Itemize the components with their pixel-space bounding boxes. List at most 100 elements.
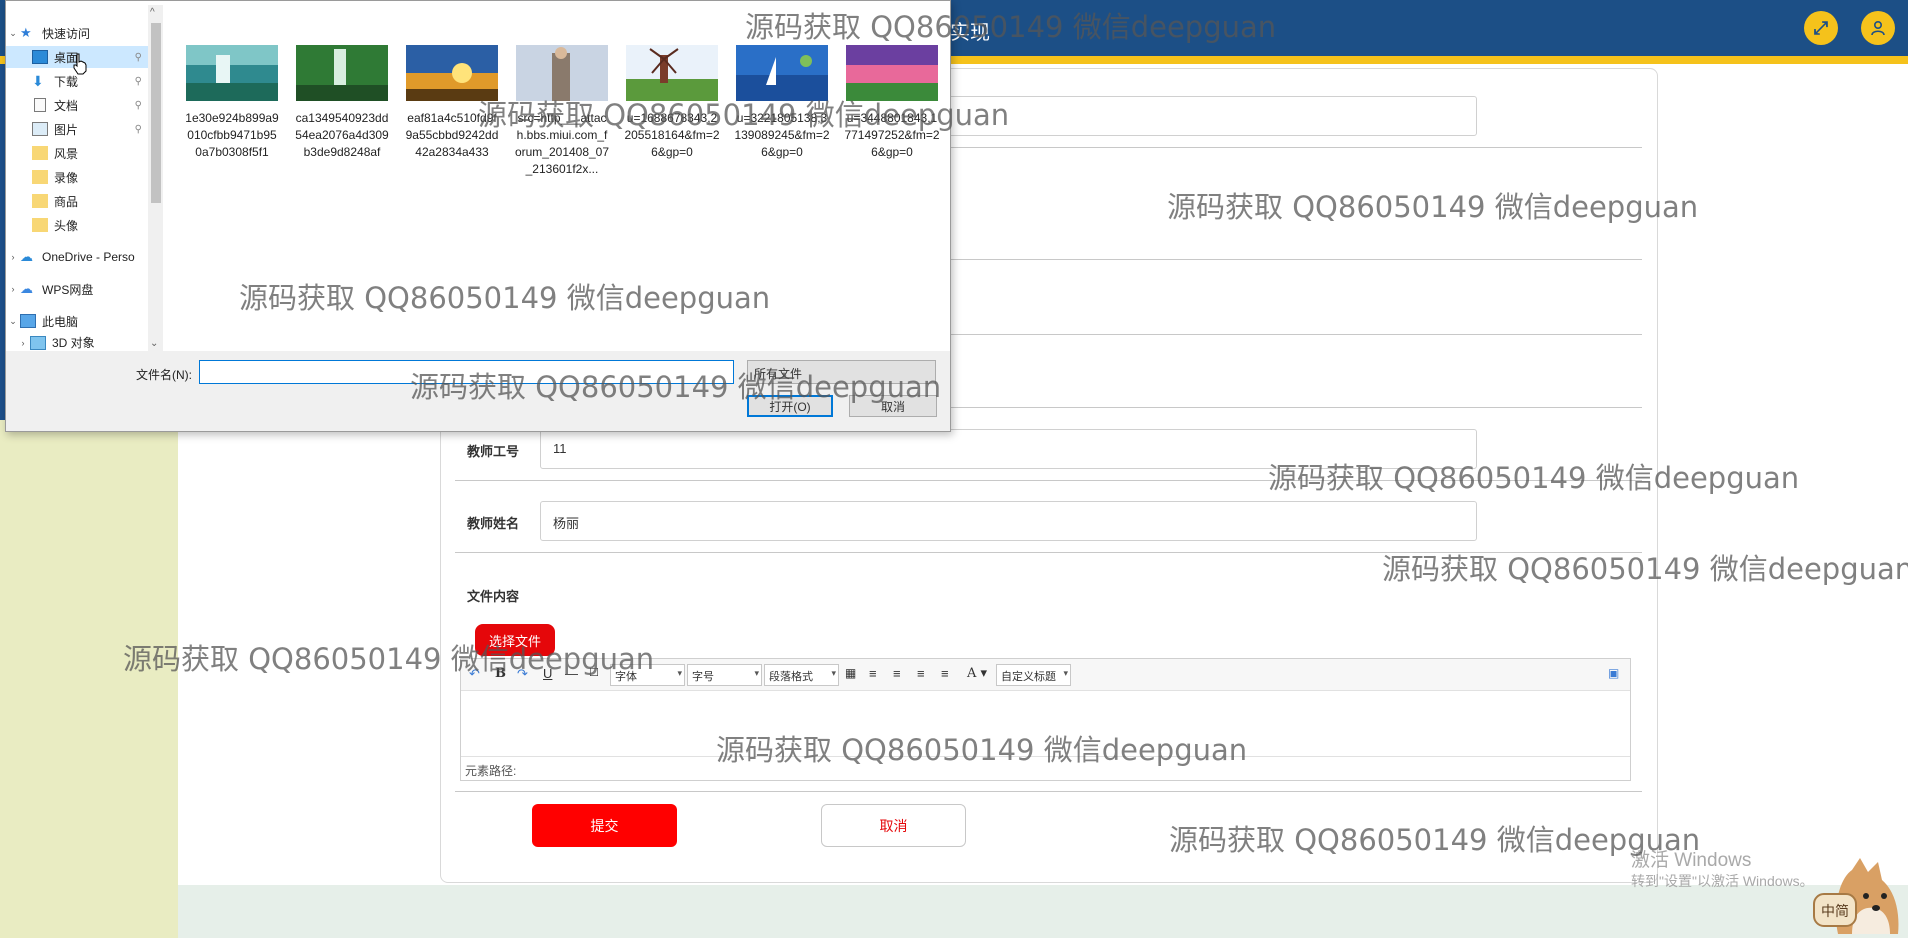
submit-button[interactable]: 提交 [532, 804, 677, 847]
chevron-down-icon[interactable]: ⌄ [6, 316, 20, 327]
file-item[interactable]: u=3221805138,3139089245&fm=26&gp=0 [732, 45, 832, 161]
wps-cloud-icon: ☁ [20, 281, 33, 296]
pin-icon: ⚲ [134, 123, 142, 135]
file-item[interactable]: src=http___attach.bbs.miui.com_forum_201… [512, 45, 612, 178]
file-name: ca1349540923dd54ea2076a4d309b3de9d8248af [295, 111, 389, 159]
image-thumbnail [736, 45, 828, 101]
open-button[interactable]: 打开(O) [747, 395, 833, 417]
user-icon[interactable] [1861, 11, 1895, 45]
horizontal-rule-icon[interactable]: — [565, 666, 578, 681]
footer-band [178, 885, 1908, 938]
nav-this-pc[interactable]: ⌄ 此电脑 [6, 310, 148, 332]
align-left-icon[interactable]: ≡ [869, 666, 877, 681]
teacher-id-input[interactable]: 11 [540, 429, 1477, 469]
nav-pictures[interactable]: 图片 ⚲ [6, 118, 148, 140]
dialog-footer: 文件名(N): 所有文件 打开(O) 取消 [6, 351, 950, 431]
cloud-icon: ☁ [20, 249, 33, 264]
scrollbar-thumb[interactable] [151, 23, 161, 203]
filename-input[interactable] [199, 360, 734, 384]
nav-item-label: 商品 [54, 194, 79, 209]
font-color-icon[interactable]: A ▾ [967, 666, 987, 681]
nav-item-label: 下载 [54, 74, 79, 89]
windows-activation-title: 激活 Windows [1631, 850, 1752, 871]
expand-icon[interactable]: ⤢ [1804, 11, 1838, 45]
cancel-button[interactable]: 取消 [821, 804, 966, 847]
nav-folder-video[interactable]: 录像 [6, 166, 148, 188]
nav-folder-scenery[interactable]: 风景 [6, 142, 148, 164]
chevron-right-icon[interactable]: › [16, 338, 30, 348]
folder-icon [32, 218, 48, 232]
pin-icon: ⚲ [134, 99, 142, 111]
computer-icon [20, 314, 36, 328]
nav-onedrive-label: OneDrive - Perso [42, 250, 135, 264]
teacher-id-label: 教师工号 [467, 444, 520, 459]
bold-icon[interactable]: B [495, 666, 506, 681]
paragraph-select[interactable]: 段落格式 [764, 664, 839, 686]
chevron-right-icon[interactable]: › [6, 252, 20, 262]
nav-documents[interactable]: 文档 ⚲ [6, 94, 148, 116]
redo-icon[interactable]: ↷ [517, 666, 528, 682]
image-thumbnail [516, 45, 608, 101]
nav-wps[interactable]: › ☁ WPS网盘 [6, 278, 148, 300]
pin-icon: ⚲ [134, 51, 142, 63]
nav-quick-access[interactable]: ⌄ ★ 快速访问 [6, 22, 148, 44]
cube-icon [30, 335, 46, 350]
teacher-name-label: 教师姓名 [467, 516, 520, 531]
nav-this-pc-label: 此电脑 [42, 314, 79, 329]
fullscreen-editor-icon[interactable]: ▣ [1608, 666, 1619, 680]
editor-toolbar: ↶ B ↷ U — ☐ 字体 字号 段落格式 ▦ ≡ ≡ ≡ ≡ A ▾ 自定义… [461, 659, 1630, 691]
folder-icon [32, 194, 48, 208]
nav-item-label: 录像 [54, 170, 79, 185]
image-thumbnail [626, 45, 718, 101]
filetype-select[interactable]: 所有文件 [747, 360, 936, 384]
file-name: 1e30e924b899a9010cfbb9471b950a7b0308f5f1 [185, 111, 279, 159]
download-icon: ⬇ [32, 73, 44, 89]
align-center-icon[interactable]: ≡ [917, 666, 925, 681]
scroll-up-icon[interactable]: ^ [150, 7, 155, 18]
nav-onedrive[interactable]: › ☁ OneDrive - Perso [6, 246, 148, 268]
folder-icon [32, 146, 48, 160]
divider [455, 480, 1642, 481]
file-name: eaf81a4c510fd9f9a55cbbd9242dd42a2834a433 [405, 111, 499, 159]
file-open-dialog: ⌄ ★ 快速访问 桌面 ⚲ ⬇ 下载 ⚲ 文档 ⚲ 图片 ⚲ 风景 录像 商品 … [5, 0, 951, 432]
choose-file-button[interactable]: 选择文件 [475, 624, 555, 656]
nav-item-label: 头像 [54, 218, 79, 233]
divider [455, 552, 1642, 553]
file-item[interactable]: u=1688678343,2205518164&fm=26&gp=0 [622, 45, 722, 161]
nav-scrollbar[interactable]: ^ ⌄ [148, 5, 163, 351]
filename-label: 文件名(N): [136, 368, 192, 382]
align-right-icon[interactable]: ≡ [893, 666, 901, 681]
nav-item-label: 文档 [54, 98, 79, 113]
nav-folder-avatar[interactable]: 头像 [6, 214, 148, 236]
document-icon [34, 98, 46, 112]
custom-title-select[interactable]: 自定义标题 [996, 664, 1071, 686]
nav-folder-goods[interactable]: 商品 [6, 190, 148, 212]
dialog-cancel-button[interactable]: 取消 [849, 395, 937, 417]
checkbox-icon[interactable]: ☐ [589, 666, 599, 679]
file-item[interactable]: eaf81a4c510fd9f9a55cbbd9242dd42a2834a433 [402, 45, 502, 161]
element-path: 元素路径: [461, 756, 1630, 780]
file-name: u=3221805138,3139089245&fm=26&gp=0 [734, 111, 830, 159]
pin-icon: ⚲ [134, 75, 142, 87]
font-family-select[interactable]: 字体 [610, 664, 685, 686]
chevron-right-icon[interactable]: › [6, 284, 20, 294]
table-icon[interactable]: ▦ [845, 666, 856, 680]
nav-3d-objects[interactable]: › 3D 对象 [6, 334, 148, 351]
align-justify-icon[interactable]: ≡ [941, 666, 949, 681]
file-item[interactable]: u=3448801843,1771497252&fm=26&gp=0 [842, 45, 942, 161]
file-item[interactable]: ca1349540923dd54ea2076a4d309b3de9d8248af [292, 45, 392, 161]
nav-wps-label: WPS网盘 [42, 282, 94, 297]
file-item[interactable]: 1e30e924b899a9010cfbb9471b950a7b0308f5f1 [182, 45, 282, 161]
image-thumbnail [846, 45, 938, 101]
scroll-down-icon[interactable]: ⌄ [150, 338, 158, 349]
teacher-name-input[interactable]: 杨丽 [540, 501, 1477, 541]
file-name: src=http___attach.bbs.miui.com_forum_201… [514, 111, 610, 176]
mascot-label: 中简 [1821, 903, 1849, 920]
star-icon: ★ [20, 25, 32, 40]
underline-icon[interactable]: U [543, 666, 552, 681]
chevron-down-icon[interactable]: ⌄ [6, 28, 20, 39]
file-list: 1e30e924b899a9010cfbb9471b950a7b0308f5f1… [163, 1, 950, 351]
undo-icon[interactable]: ↶ [469, 666, 480, 682]
font-size-select[interactable]: 字号 [687, 664, 762, 686]
file-name: u=1688678343,2205518164&fm=26&gp=0 [624, 111, 720, 159]
